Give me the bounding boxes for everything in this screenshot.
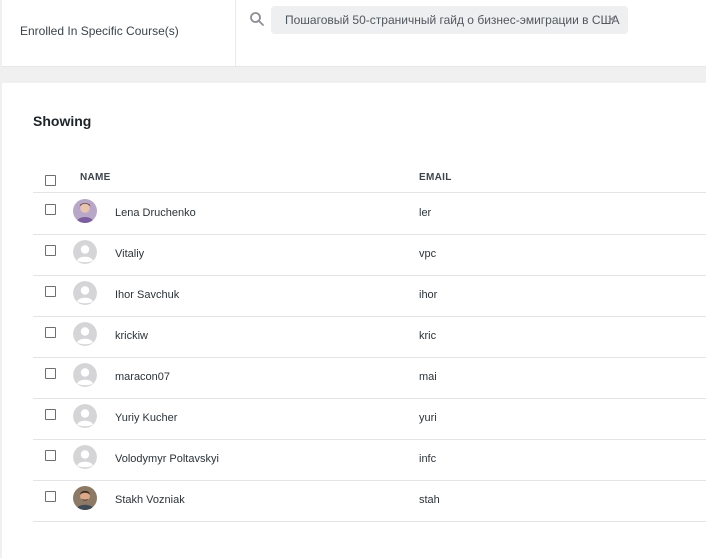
student-email: ihor bbox=[419, 289, 438, 301]
student-name[interactable]: Vitaliy bbox=[115, 248, 144, 260]
table-row: Stakh Vozniak stah bbox=[33, 480, 706, 522]
column-header-name[interactable]: NAME bbox=[80, 172, 111, 183]
search-icon bbox=[250, 12, 264, 26]
select-all-checkbox[interactable] bbox=[45, 175, 56, 186]
avatar bbox=[73, 240, 97, 264]
student-name[interactable]: Yuriy Kucher bbox=[115, 412, 177, 424]
avatar bbox=[73, 322, 97, 346]
student-email: stah bbox=[419, 494, 440, 506]
row-checkbox[interactable] bbox=[45, 245, 56, 256]
row-checkbox[interactable] bbox=[45, 409, 56, 420]
avatar-placeholder-icon bbox=[73, 322, 97, 346]
student-name[interactable]: Volodymyr Poltavskyi bbox=[115, 453, 219, 465]
filter-divider bbox=[235, 0, 236, 66]
row-checkbox[interactable] bbox=[45, 286, 56, 297]
student-email: kric bbox=[419, 330, 437, 342]
student-name[interactable]: Ihor Savchuk bbox=[115, 289, 179, 301]
course-filter-chip[interactable]: Пошаговый 50-страничный гайд о бизнес-эм… bbox=[271, 6, 628, 34]
table-row: Lena Druchenko ler bbox=[33, 193, 706, 235]
avatar-placeholder-icon bbox=[73, 281, 97, 305]
filter-label: Enrolled In Specific Course(s) bbox=[20, 24, 179, 38]
row-checkbox[interactable] bbox=[45, 491, 56, 502]
avatar bbox=[73, 281, 97, 305]
students-table-panel: Showing NAME EMAIL Lena Druchenko ler Vi… bbox=[2, 83, 706, 558]
table-row: Vitaliy vpc bbox=[33, 234, 706, 276]
student-email: yuri bbox=[419, 412, 437, 424]
filter-panel: Enrolled In Specific Course(s) Пошаговый… bbox=[2, 0, 706, 67]
student-email: mai bbox=[419, 371, 437, 383]
avatar-placeholder-icon bbox=[73, 404, 97, 428]
table-row: Yuriy Kucher yuri bbox=[33, 398, 706, 440]
avatar bbox=[73, 199, 97, 223]
row-checkbox[interactable] bbox=[45, 368, 56, 379]
avatar-photo-icon bbox=[73, 199, 97, 223]
avatar-photo-icon bbox=[73, 486, 97, 510]
row-checkbox[interactable] bbox=[45, 204, 56, 215]
table-row: krickiw kric bbox=[33, 316, 706, 358]
row-checkbox[interactable] bbox=[45, 327, 56, 338]
table-row: Ihor Savchuk ihor bbox=[33, 275, 706, 317]
table-row: Volodymyr Poltavskyi infc bbox=[33, 439, 706, 481]
avatar bbox=[73, 445, 97, 469]
avatar-placeholder-icon bbox=[73, 363, 97, 387]
column-header-email[interactable]: EMAIL bbox=[419, 172, 452, 183]
table-heading: Showing bbox=[33, 113, 92, 129]
course-filter-chip-label: Пошаговый 50-страничный гайд о бизнес-эм… bbox=[285, 13, 620, 27]
avatar bbox=[73, 486, 97, 510]
avatar bbox=[73, 363, 97, 387]
close-icon[interactable]: × bbox=[607, 6, 616, 34]
student-name[interactable]: Stakh Vozniak bbox=[115, 494, 185, 506]
avatar bbox=[73, 404, 97, 428]
avatar-placeholder-icon bbox=[73, 240, 97, 264]
student-email: ler bbox=[419, 207, 432, 219]
student-email: vpc bbox=[419, 248, 437, 260]
student-name[interactable]: krickiw bbox=[115, 330, 148, 342]
student-name[interactable]: maracon07 bbox=[115, 371, 170, 383]
table-row: maracon07 mai bbox=[33, 357, 706, 399]
row-checkbox[interactable] bbox=[45, 450, 56, 461]
student-name[interactable]: Lena Druchenko bbox=[115, 207, 196, 219]
student-email: infc bbox=[419, 453, 437, 465]
avatar-placeholder-icon bbox=[73, 445, 97, 469]
